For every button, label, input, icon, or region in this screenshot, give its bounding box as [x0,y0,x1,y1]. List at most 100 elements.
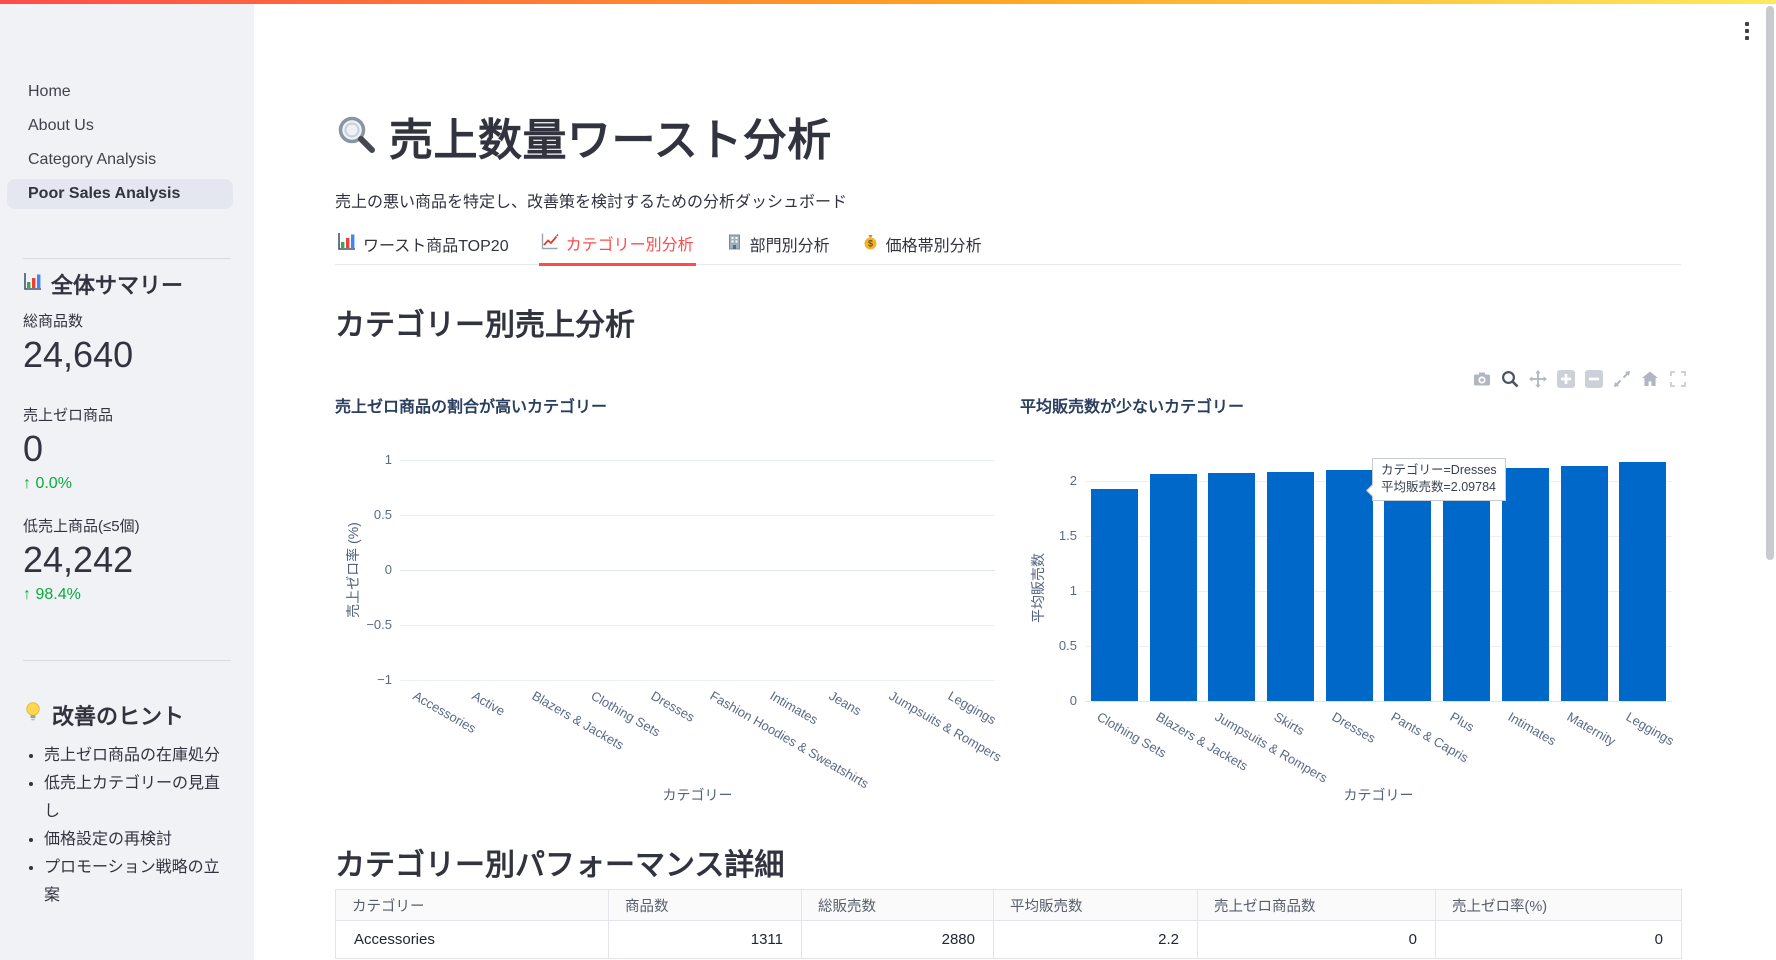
x-tick-label: Intimates [1506,709,1559,748]
x-axis-title: カテゴリー [1199,785,1559,805]
page-subtitle: 売上の悪い商品を特定し、改善策を検討するための分析ダッシュボード [335,188,847,212]
metric-label: 総商品数 [23,310,133,331]
page-title-row: 売上数量ワースト分析 [335,104,832,168]
tab-label: 価格帯別分析 [886,232,982,256]
bar-clothing-sets[interactable] [1091,489,1138,701]
x-tick-label: Active [470,688,508,719]
bar-chart-icon [337,232,356,256]
x-tick-label: Leggings [946,688,999,727]
table-cell: 0 [1436,921,1682,959]
page-title: 売上数量ワースト分析 [389,104,832,168]
chart-title: 平均販売数が少ないカテゴリー [1020,393,1244,417]
tip-item: 売上ゼロ商品の在庫処分 [44,742,230,770]
metric-label: 売上ゼロ商品 [23,404,113,425]
sidebar-divider [23,660,231,661]
tab-[interactable]: 部門別分析 [724,230,832,264]
fullscreen-icon[interactable] [1667,369,1688,390]
bar-pants-capris[interactable] [1384,470,1431,701]
chart-avg-sales[interactable]: 平均販売数が少ないカテゴリー00.511.52平均販売数Clothing Set… [1020,385,1682,815]
section-title: カテゴリー別売上分析 [335,300,635,344]
bar-jumpsuits-rompers[interactable] [1208,473,1255,701]
sidebar-item-category-analysis[interactable]: Category Analysis [7,145,233,175]
bar-plus[interactable] [1443,469,1490,701]
tab-label: 部門別分析 [750,232,830,256]
kebab-menu-button[interactable] [1735,18,1759,44]
table-header-cell: 総販売数 [802,890,994,921]
sidebar-nav: Home About Us Category Analysis Poor Sales … [7,77,233,213]
x-tick-label: Accessories [410,688,478,736]
table-header-cell: カテゴリー [336,890,609,921]
gridline [400,680,995,681]
tab-top20[interactable]: ワースト商品TOP20 [335,230,511,264]
chart-zero-sales-rate[interactable]: 売上ゼロ商品の割合が高いカテゴリー10.50−0.5−1売上ゼロ率 (%)Acc… [335,385,997,815]
table-header-cell: 平均販売数 [994,890,1198,921]
bar-dresses[interactable] [1326,470,1373,701]
x-axis-title: カテゴリー [518,785,878,805]
tip-item: 価格設定の再検討 [44,826,230,854]
zoom-out-icon[interactable] [1583,369,1604,390]
tab-[interactable]: カテゴリー別分析 [539,230,696,266]
bar-intimates[interactable] [1502,468,1549,701]
summary-title: 全体サマリー [51,268,183,300]
table-row: Accessories131128802.200 [336,921,1682,959]
x-tick-label: Maternity [1565,709,1619,749]
x-tick-label: Jeans [827,688,865,718]
scrollbar-thumb[interactable] [1766,6,1774,560]
x-tick-label: Dresses [648,688,697,725]
x-tick-label: Leggings [1623,709,1676,748]
reset-home-icon[interactable] [1639,369,1660,390]
metric-value: 24,640 [23,333,133,377]
tab-bar: ワースト商品TOP20 カテゴリー別分析 部門別分析 $ 価格帯別分析 [335,230,1681,265]
sidebar-item-about-us[interactable]: About Us [7,111,233,141]
table-cell: 2880 [802,921,994,959]
table-header-cell: 売上ゼロ商品数 [1198,890,1436,921]
table-section-title: カテゴリー別パフォーマンス詳細 [335,840,784,884]
bar-skirts[interactable] [1267,472,1314,701]
bar-maternity[interactable] [1561,466,1608,701]
metric-delta: ↑ 98.4% [23,586,140,604]
tab-label: ワースト商品TOP20 [363,232,509,256]
x-tick-label: Intimates [767,688,820,727]
bar-leggings[interactable] [1619,462,1666,701]
tips-list: 売上ゼロ商品の在庫処分低売上カテゴリーの見直し価格設定の再検討プロモーション戦略… [30,742,230,910]
gridline [400,625,995,626]
metric-0: 総商品数24,640 [23,310,133,377]
x-tick-label: Skirts [1271,709,1307,738]
hover-tooltip: カテゴリー=Dresses 平均販売数=2.09784 [1372,458,1506,501]
building-icon [726,233,743,255]
gridline [400,515,995,516]
tooltip-category: カテゴリー=Dresses [1381,462,1497,479]
table-cell: 0 [1198,921,1436,959]
autoscale-icon[interactable] [1611,369,1632,390]
svg-text:$: $ [868,238,873,248]
bar-chart-icon [23,271,42,297]
category-performance-table: カテゴリー商品数総販売数平均販売数売上ゼロ商品数売上ゼロ率(%)Accessor… [335,889,1682,959]
tooltip-value: 平均販売数=2.09784 [1381,479,1497,496]
summary-header: 全体サマリー [23,268,183,300]
lightbulb-icon [23,701,43,729]
metric-value: 0 [23,427,113,471]
tab-[interactable]: $ 価格帯別分析 [860,230,984,264]
bar-blazers-jackets[interactable] [1150,474,1197,701]
metric-1: 売上ゼロ商品0 ↑ 0.0% [23,404,113,493]
metric-delta: ↑ 0.0% [23,475,113,493]
zoom-in-icon[interactable] [1555,369,1576,390]
gridline [400,570,995,571]
tip-item: 低売上カテゴリーの見直し [44,770,230,826]
chart-title: 売上ゼロ商品の割合が高いカテゴリー [335,393,607,417]
metric-value: 24,242 [23,538,140,582]
sidebar: Home About Us Category Analysis Poor Sales … [0,0,254,960]
tips-title: 改善のヒント [52,699,184,731]
metric-label: 低売上商品(≤5個) [23,515,140,536]
sidebar-item-home[interactable]: Home [7,77,233,107]
money-bag-icon: $ [862,233,879,255]
pan-icon[interactable] [1527,369,1548,390]
y-axis-title: 売上ゼロ率 (%) [343,460,363,680]
camera-icon[interactable] [1471,369,1492,390]
x-tick-label: Dresses [1330,709,1379,746]
zoom-icon[interactable] [1499,369,1520,390]
sidebar-item-poor-sales-analysis[interactable]: Poor Sales Analysis [7,179,233,209]
table-header-cell: 商品数 [609,890,802,921]
tip-item: プロモーション戦略の立案 [44,854,230,910]
table-cell: 1311 [609,921,802,959]
